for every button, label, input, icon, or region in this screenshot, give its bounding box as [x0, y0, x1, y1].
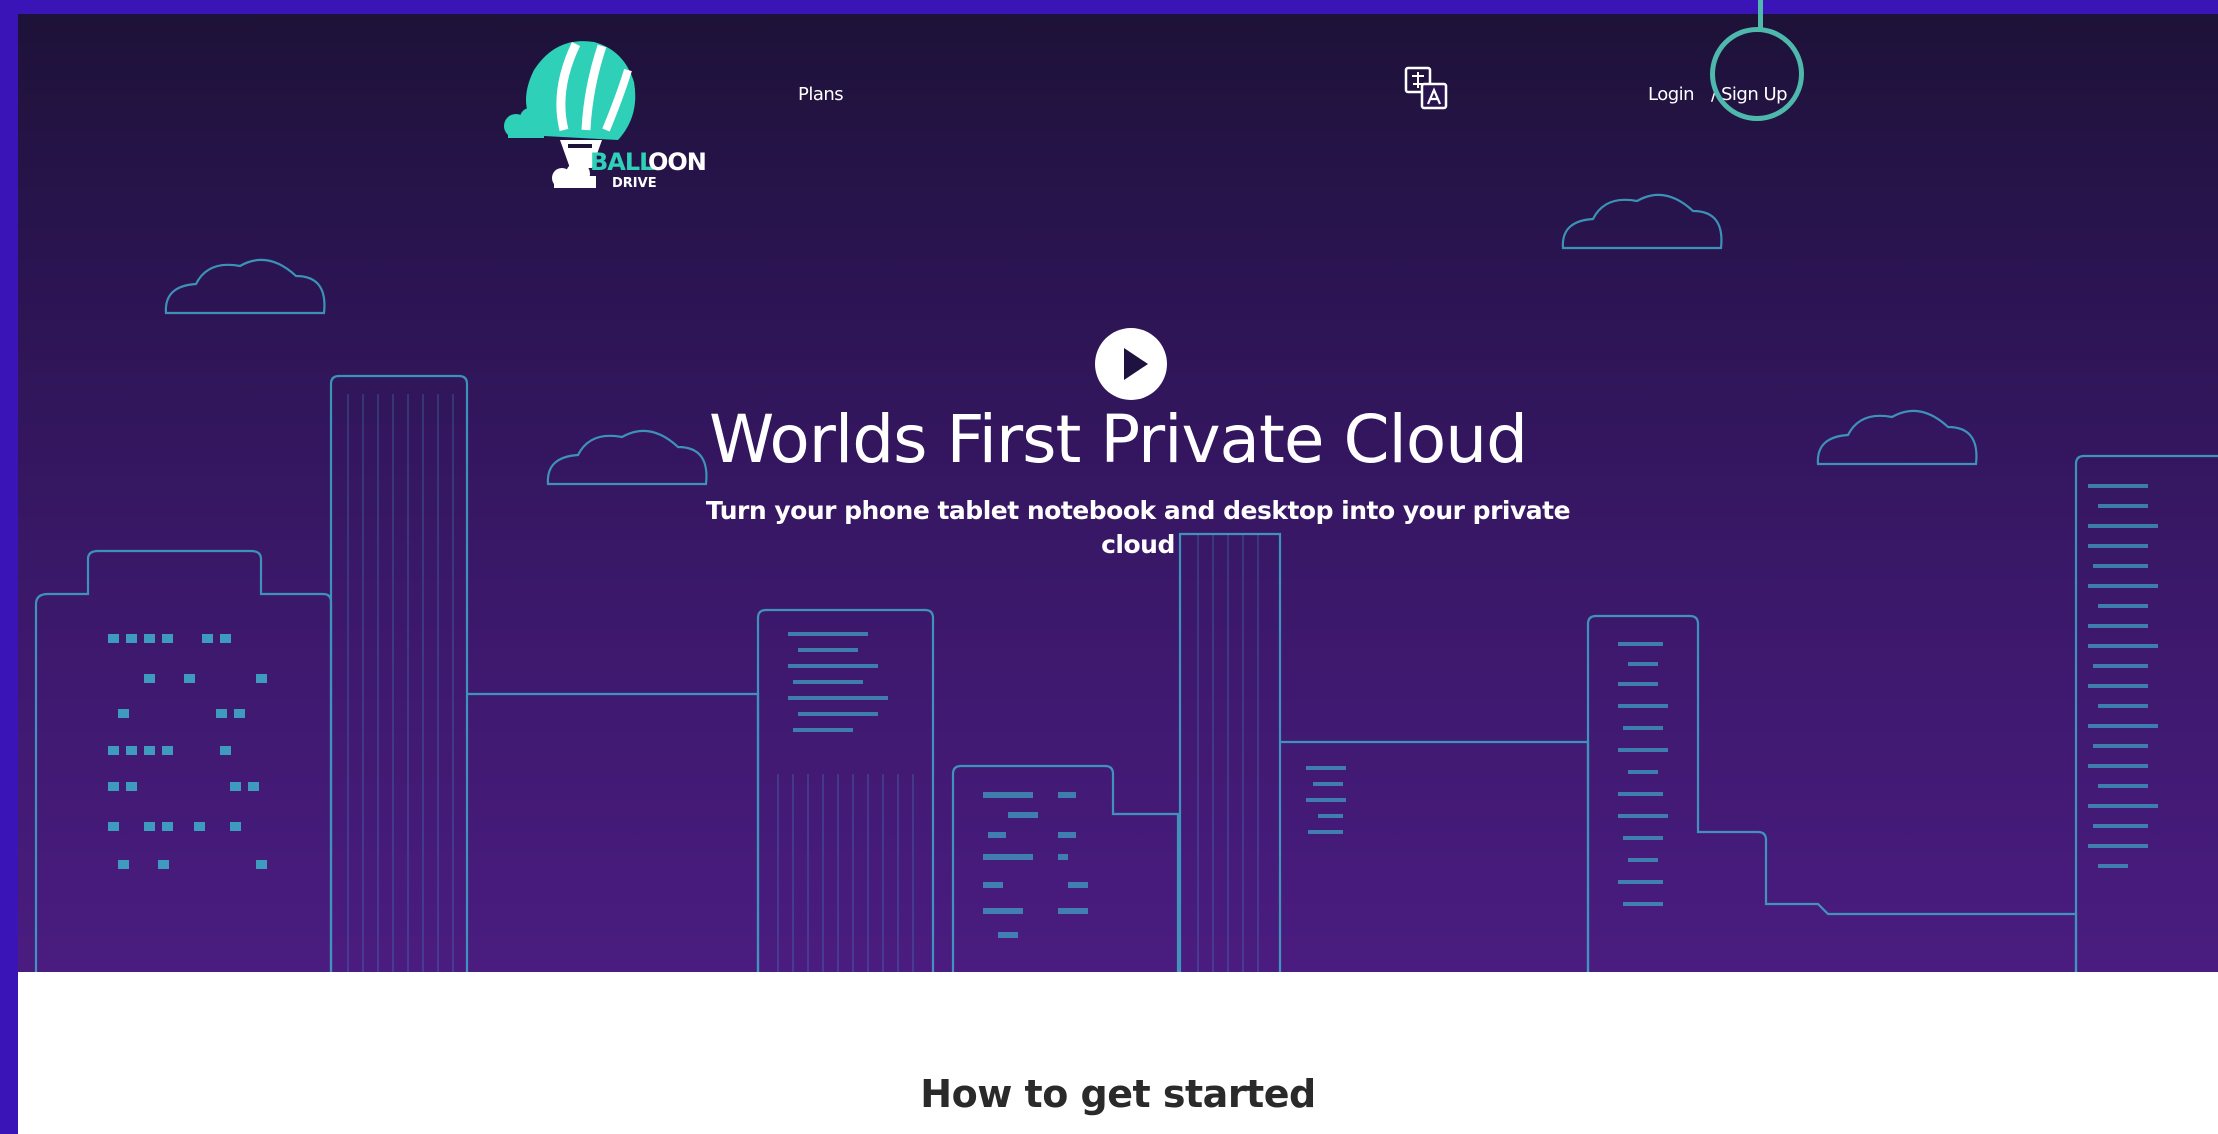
- building: [467, 692, 760, 972]
- hero-tagline: Turn your phone tablet notebook and desk…: [705, 496, 1571, 559]
- building: [2074, 454, 2218, 972]
- city-skyline-illustration: [34, 193, 2218, 972]
- hero-headline: Worlds First Private Cloud: [709, 401, 1528, 478]
- building: [34, 549, 333, 972]
- balloon-logo-icon: [504, 41, 636, 188]
- balloon-drive-logo[interactable]: BALL OON DRIVE: [494, 30, 724, 202]
- highlight-pointer-line: [1758, 0, 1763, 30]
- nav-plans-link[interactable]: Plans: [798, 84, 844, 105]
- translate-icon[interactable]: [1404, 66, 1454, 114]
- webpage: BALL OON DRIVE Plans Login / Sign Up Wor…: [18, 14, 2218, 1134]
- logo-text-oon: OON: [648, 148, 707, 176]
- how-to-get-started-heading: How to get started: [920, 1072, 1316, 1116]
- building: [1178, 532, 1282, 972]
- logo-text-drive: DRIVE: [612, 176, 657, 191]
- cloud: [164, 258, 326, 315]
- highlight-ring: [1710, 27, 1804, 121]
- cloud: [1561, 193, 1723, 250]
- play-video-button[interactable]: [1095, 328, 1167, 400]
- building: [1280, 740, 1590, 972]
- nav-login-link[interactable]: Login: [1648, 84, 1695, 105]
- hero-section: BALL OON DRIVE Plans Login / Sign Up Wor…: [18, 14, 2218, 972]
- logo-text-ball: BALL: [590, 148, 654, 176]
